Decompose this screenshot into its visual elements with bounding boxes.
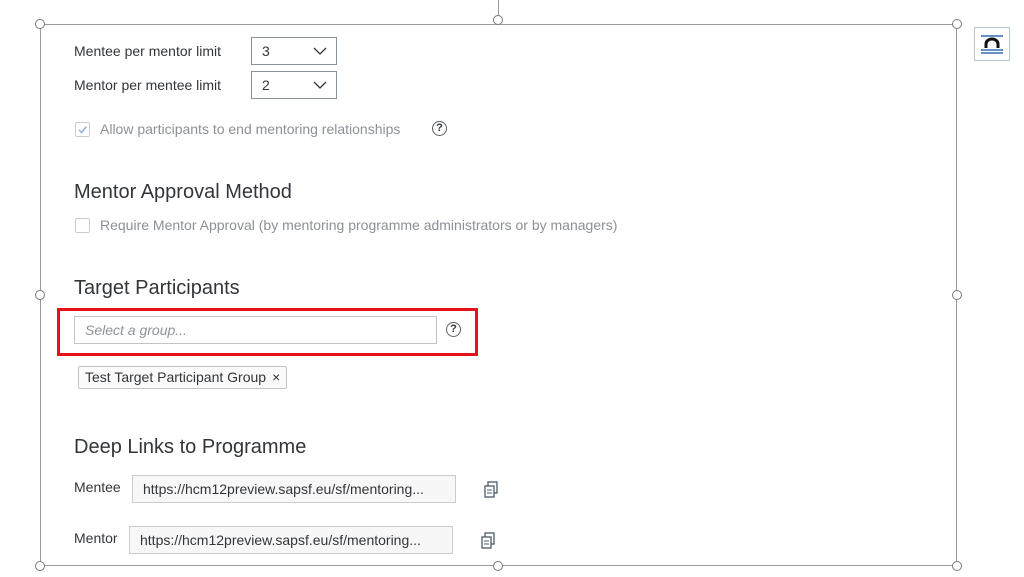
- mentor-approval-heading: Mentor Approval Method: [74, 181, 292, 203]
- mentor-per-mentee-label: Mentor per mentee limit: [74, 77, 222, 93]
- copy-icon[interactable]: [480, 532, 496, 550]
- remove-token-icon[interactable]: ×: [272, 369, 280, 385]
- resize-handle-top-left[interactable]: [35, 19, 45, 29]
- mentor-link-field[interactable]: https://hcm12preview.sapsf.eu/sf/mentori…: [129, 526, 453, 554]
- resize-handle-top-right[interactable]: [952, 19, 962, 29]
- target-participants-heading: Target Participants: [74, 277, 240, 299]
- mentor-per-mentee-value: 2: [262, 77, 270, 93]
- copy-icon[interactable]: [483, 481, 499, 499]
- resize-handle-left[interactable]: [35, 290, 45, 300]
- mentee-link-label: Mentee: [74, 479, 121, 495]
- chevron-down-icon: [313, 81, 327, 89]
- resize-handle-bottom-left[interactable]: [35, 561, 45, 571]
- deep-links-heading: Deep Links to Programme: [74, 436, 307, 458]
- allow-end-label: Allow participants to end mentoring rela…: [100, 121, 401, 137]
- chevron-down-icon: [313, 47, 327, 55]
- allow-end-checkbox[interactable]: [75, 122, 90, 137]
- mentee-per-mentor-label: Mentee per mentor limit: [74, 43, 222, 59]
- checkmark-icon: [78, 126, 88, 134]
- resize-handle-right[interactable]: [952, 290, 962, 300]
- require-approval-checkbox[interactable]: [75, 218, 90, 233]
- mentee-per-mentor-select[interactable]: 3: [251, 37, 337, 65]
- resize-handle-top[interactable]: [493, 15, 503, 25]
- group-token[interactable]: Test Target Participant Group ×: [78, 366, 288, 389]
- mentor-link-label: Mentor: [74, 530, 118, 546]
- highlight-annotation-box: [57, 308, 478, 356]
- resize-handle-bottom-right[interactable]: [952, 561, 962, 571]
- resize-handle-bottom[interactable]: [493, 561, 503, 571]
- mentee-link-field[interactable]: https://hcm12preview.sapsf.eu/sf/mentori…: [132, 475, 456, 503]
- layout-options-button[interactable]: [974, 27, 1010, 61]
- mentee-per-mentor-value: 3: [262, 43, 270, 59]
- require-approval-label: Require Mentor Approval (by mentoring pr…: [100, 217, 618, 233]
- layout-options-icon: [981, 35, 1003, 54]
- help-icon[interactable]: ?: [432, 121, 447, 136]
- group-token-label: Test Target Participant Group: [85, 369, 267, 385]
- mentor-per-mentee-select[interactable]: 2: [251, 71, 337, 99]
